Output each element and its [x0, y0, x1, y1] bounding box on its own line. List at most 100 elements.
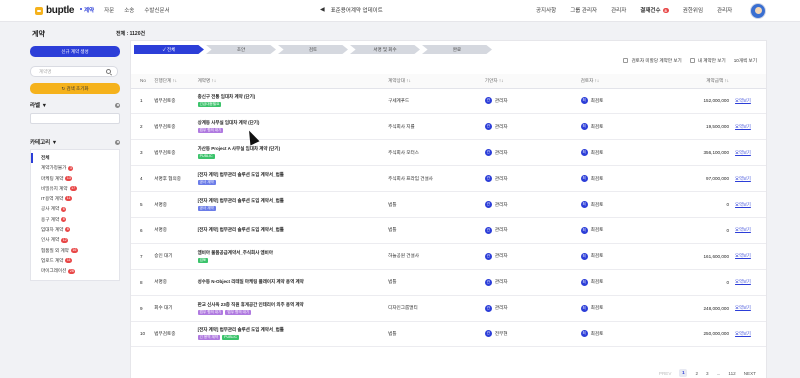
category-label: 공사 계약: [41, 206, 60, 212]
category-item[interactable]: 마이그레이션 26: [31, 266, 119, 276]
avatar[interactable]: [750, 3, 766, 19]
summary-view-link[interactable]: 요약보기: [735, 305, 751, 310]
column-header[interactable]: 검토자 ↑↓: [580, 74, 672, 89]
row-contract-name[interactable]: 충신구 전통 임대차 계약 (단기) 긴급대응필요: [191, 88, 386, 115]
row-number: 4: [131, 165, 147, 193]
logo[interactable]: buptle: [35, 5, 75, 16]
column-header[interactable]: 기안자 ↑↓: [482, 74, 581, 89]
nav-item-documents[interactable]: 수발신문서: [144, 6, 169, 14]
new-contract-button[interactable]: 신규 계약 생성: [30, 46, 120, 57]
table-row[interactable]: 5 서명중 [전자 계약] 법무관리 솔루션 도입 계약서_법틀 공사 계약 법…: [131, 191, 766, 218]
gear-icon[interactable]: [115, 139, 120, 145]
summary-view-link[interactable]: 요약보기: [735, 98, 751, 103]
summary-view-link[interactable]: 요약보기: [735, 202, 751, 207]
summary-view-link[interactable]: 요약보기: [735, 124, 751, 129]
row-contract-name[interactable]: [전자 계약] 법무관리 솔루션 도입 계약서_법틀 긴 용역 계약 PUBLIC: [191, 321, 386, 348]
tab-sign[interactable]: 서명 및 회수: [350, 45, 420, 54]
mine-checkbox[interactable]: 내 계약만 보기: [689, 58, 726, 64]
contract-tag: 법무 협의 대기: [225, 309, 252, 315]
column-header[interactable]: 계약금액 ↑↓: [671, 74, 736, 89]
summary-view-link[interactable]: 요약보기: [735, 331, 751, 336]
row-stage: 서명중: [146, 191, 192, 218]
tab-review[interactable]: 검토: [278, 45, 348, 54]
table-row[interactable]: 7 승인 대기 엠비아 물품공급계약서_주식회사 엠비아 검토 하늘공원 건설사…: [131, 243, 766, 270]
table-row[interactable]: 3 법무검토중 가산동 Project A 사무실 임대차 계약 (단기) PU…: [131, 139, 766, 167]
category-item[interactable]: 협품질 외 계약 16: [31, 246, 119, 256]
stage-tabs: ✓ 전체 초안 검토 서명 및 회수 완료: [134, 45, 494, 54]
row-contract-name[interactable]: [전자 계약] 법무관리 솔루션 도입 계약서_법틀 공사 계약: [191, 165, 386, 193]
page-button[interactable]: 1: [679, 369, 688, 377]
menu-delegation[interactable]: 권한위임: [683, 6, 703, 14]
category-item[interactable]: 용구 계약 8: [31, 215, 119, 225]
user-avatar-icon: 최: [580, 252, 588, 260]
reset-search-button[interactable]: ↻ 검색 초기화: [30, 83, 120, 94]
summary-view-link[interactable]: 요약보기: [735, 253, 751, 258]
menu-approval[interactable]: 결재건수 8: [640, 6, 669, 14]
summary-view-link[interactable]: 요약보기: [735, 176, 751, 181]
tab-all[interactable]: ✓ 전체: [134, 45, 204, 54]
column-header[interactable]: 진행단계 ↑↓: [146, 74, 192, 89]
gear-icon[interactable]: [115, 102, 120, 108]
page-button[interactable]: 112: [728, 371, 735, 376]
label-select[interactable]: [30, 113, 120, 124]
summary-view-link[interactable]: 요약보기: [735, 227, 751, 232]
row-contract-name[interactable]: [전자 계약] 법무관리 솔루션 도입 계약서_법틀: [191, 217, 386, 244]
menu-user[interactable]: 관리자: [717, 6, 732, 14]
category-count-badge: 11: [65, 196, 72, 202]
nav-item-contract[interactable]: 계약: [80, 6, 94, 14]
user-avatar-icon: 관: [484, 226, 492, 234]
prev-button[interactable]: PREV: [659, 371, 672, 376]
page-button[interactable]: 2: [695, 371, 698, 376]
category-item[interactable]: 임대차 계약 6: [31, 225, 119, 235]
filter-icon[interactable]: ▼: [42, 103, 47, 109]
column-header[interactable]: 계약명 ↑↓: [191, 74, 386, 89]
search-input[interactable]: 계약명: [30, 66, 118, 77]
menu-group-admin[interactable]: 그룹 관리자: [570, 6, 597, 14]
summary-view-link[interactable]: 요약보기: [735, 279, 751, 284]
table-row[interactable]: 2 법무검토중 상계동 사무실 임대차 계약 (단기) 법무 협의 대기 주식회…: [131, 113, 766, 141]
search-icon[interactable]: [106, 69, 111, 74]
row-amount: 0: [671, 269, 736, 296]
tag-list: 검토: [197, 257, 386, 263]
row-contract-name[interactable]: [전자 계약] 법무관리 솔루션 도입 계약서_법틀 공사 계약: [191, 191, 386, 218]
tab-draft[interactable]: 초안: [206, 45, 276, 54]
table-row[interactable]: 1 법무검토중 충신구 전통 임대차 계약 (단기) 긴급대응필요 구세계푸드 …: [131, 88, 766, 115]
approval-count-badge: 8: [662, 8, 669, 13]
category-item[interactable]: 계약가정불가 3: [31, 163, 119, 173]
row-contract-name[interactable]: 판교 신사옥 23층 직원 휴게공간 인테리어 외주 용역 계약 법무 협의 대…: [191, 295, 386, 322]
filter-icon[interactable]: ▼: [52, 140, 57, 146]
row-contract-name[interactable]: 가산동 Project A 사무실 임대차 계약 (단기) PUBLIC: [191, 139, 386, 167]
page-size-select[interactable]: 10개씩 보기: [734, 58, 757, 64]
user-avatar-icon: 관: [484, 252, 492, 260]
summary-view-link[interactable]: 요약보기: [735, 150, 751, 155]
row-contract-name[interactable]: 성수동 N-Object 리테일 마케팅 플래이지 계약 용역 계약: [191, 269, 386, 296]
menu-admin[interactable]: 관리자: [611, 6, 626, 14]
tab-complete[interactable]: 완료: [422, 45, 492, 54]
category-item[interactable]: 비밀유지 계약 17: [31, 184, 119, 194]
nav-item-litigation[interactable]: 소송: [124, 6, 134, 14]
column-header[interactable]: 계약상대 ↑↓: [385, 74, 483, 89]
tag-list: 법무 협의 대기 법무 협의 대기: [197, 309, 386, 315]
category-item[interactable]: 업로드 계약 11: [31, 256, 119, 266]
unassigned-checkbox[interactable]: 검토자 미할당 계약만 보기: [623, 58, 682, 64]
notice-banner[interactable]: ◀ 표준용어계약 업데이트: [320, 6, 383, 14]
table-row[interactable]: 9 회수 대기 판교 신사옥 23층 직원 휴게공간 인테리어 외주 용역 계약…: [131, 295, 766, 322]
row-contract-name[interactable]: 엠비아 물품공급계약서_주식회사 엠비아 검토: [191, 243, 386, 270]
category-item[interactable]: IT용역 계약 11: [31, 194, 119, 204]
row-contract-name[interactable]: 상계동 사무실 임대차 계약 (단기) 법무 협의 대기: [191, 113, 386, 141]
nav-item-advice[interactable]: 자문: [104, 6, 114, 14]
row-stage: 법무검토중: [146, 88, 192, 115]
table-row[interactable]: 6 서명중 [전자 계약] 법무관리 솔루션 도입 계약서_법틀 법틀 관 관리자…: [131, 217, 766, 244]
category-item[interactable]: 인사 계약 12: [31, 235, 119, 245]
category-item[interactable]: 전체: [31, 153, 119, 164]
table-row[interactable]: 10 법무검토중 [전자 계약] 법무관리 솔루션 도입 계약서_법틀 긴 용역…: [131, 321, 766, 348]
category-count-badge: 6: [65, 227, 71, 233]
table-row[interactable]: 4 서명후 협의중 [전자 계약] 법무관리 솔루션 도입 계약서_법틀 공사 …: [131, 165, 766, 193]
table-row[interactable]: 8 서명중 성수동 N-Object 리테일 마케팅 플래이지 계약 용역 계약…: [131, 269, 766, 296]
reviewer-name: 최검토: [590, 123, 604, 129]
category-item[interactable]: 마케팅 계약 13: [31, 174, 119, 184]
menu-notice[interactable]: 공지사항: [536, 6, 556, 14]
category-item[interactable]: 공사 계약 6: [31, 204, 119, 214]
page-button[interactable]: 3: [706, 371, 709, 376]
next-button[interactable]: NEXT: [744, 371, 756, 376]
